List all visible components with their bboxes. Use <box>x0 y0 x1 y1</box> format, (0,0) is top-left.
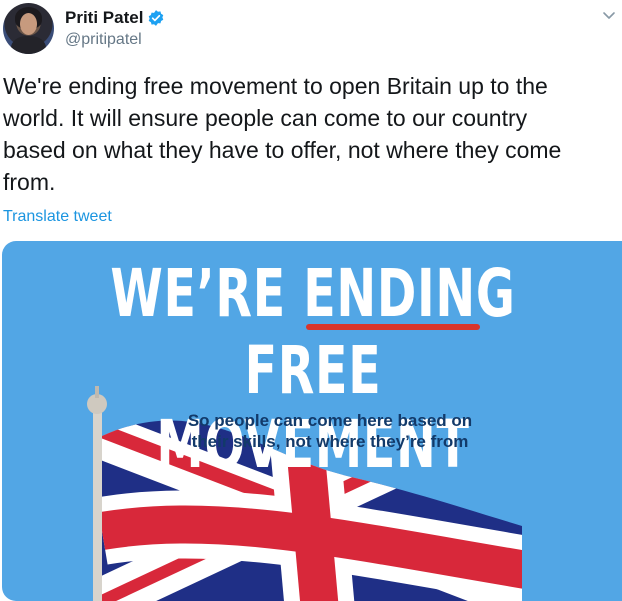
author-handle[interactable]: @pritipatel <box>65 31 142 49</box>
tweet-text: We're ending free movement to open Brita… <box>3 73 562 195</box>
headline-underline <box>306 324 480 330</box>
verified-badge-icon <box>149 10 164 26</box>
image-headline-line2: FREE MOVEMENT <box>156 332 470 483</box>
translate-tweet-link[interactable]: Translate tweet <box>3 208 112 226</box>
chevron-down-icon[interactable] <box>601 10 617 22</box>
author-name-row: Priti Patel <box>65 8 165 28</box>
avatar[interactable] <box>3 3 54 54</box>
image-subtitle-line1: So people can come here based on <box>187 411 473 430</box>
avatar-body <box>11 36 46 54</box>
image-subtitle: So people can come here based on their s… <box>140 410 520 452</box>
author-name[interactable]: Priti Patel <box>65 8 143 28</box>
image-headline-line1: WE’RE ENDING <box>110 255 516 332</box>
image-subtitle-line2: their skills, not where they’re from <box>191 432 469 451</box>
avatar-face <box>20 13 37 35</box>
